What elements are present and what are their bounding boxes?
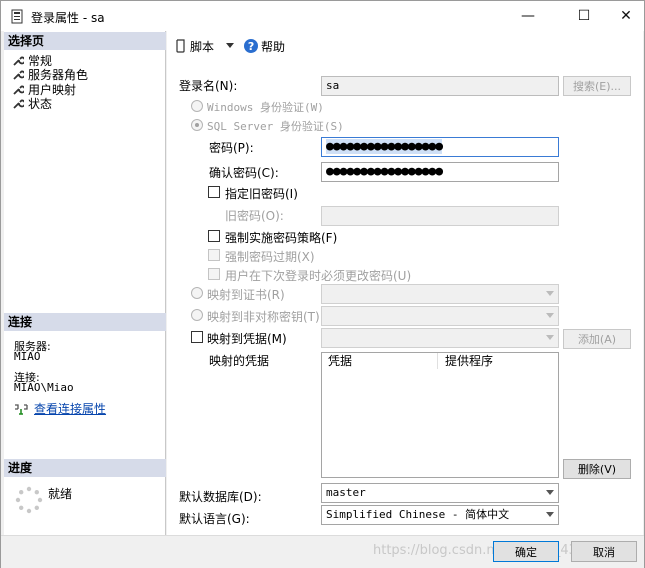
sql-auth-radio[interactable] [191, 119, 203, 131]
default-language-label: 默认语言(G): [179, 512, 250, 526]
server-value: MIAO [14, 350, 41, 363]
asym-key-select[interactable] [321, 306, 559, 326]
default-database-select[interactable]: master [321, 483, 559, 503]
progress-header: 进度 [4, 459, 166, 477]
default-language-value: Simplified Chinese - 简体中文 [326, 508, 510, 521]
help-button[interactable]: ? 帮助 [244, 38, 285, 55]
connection-icon [15, 403, 28, 415]
chevron-down-icon [546, 512, 554, 517]
window-title: 登录属性 - sa [31, 11, 105, 25]
map-asym-key-radio[interactable] [191, 309, 203, 321]
default-database-label: 默认数据库(D): [179, 490, 262, 504]
cancel-button[interactable]: 取消 [571, 541, 637, 562]
confirm-password-label: 确认密码(C): [209, 166, 279, 180]
password-mask: ●●●●●●●●●●●●●●●●● [326, 139, 443, 154]
add-credential-button[interactable]: 添加(A) [563, 329, 631, 349]
specify-old-password-label: 指定旧密码(I) [225, 187, 298, 201]
specify-old-password-checkbox[interactable] [208, 186, 220, 198]
help-label: 帮助 [261, 39, 286, 54]
default-language-select[interactable]: Simplified Chinese - 简体中文 [321, 505, 559, 525]
script-dropdown-button[interactable] [226, 43, 235, 49]
page-item-label: 状态 [28, 97, 53, 111]
must-change-label: 用户在下次登录时必须更改密码(U) [225, 269, 412, 283]
enforce-expiration-checkbox[interactable] [208, 249, 220, 261]
login-name-label: 登录名(N): [179, 79, 238, 93]
chevron-down-icon [546, 291, 554, 296]
mapped-credentials-list[interactable]: 凭据 提供程序 [321, 352, 559, 478]
login-properties-window: 登录属性 - sa — ☐ ✕ 选择页 常规 服务器角色 用户映射 状态 连接 … [0, 0, 645, 568]
map-certificate-radio[interactable] [191, 287, 203, 299]
map-credential-checkbox[interactable] [191, 331, 203, 343]
wrench-icon [13, 99, 24, 109]
left-panel: 选择页 常规 服务器角色 用户映射 状态 连接 服务器: MIAO 连接: MI… [4, 31, 166, 535]
minimize-button[interactable]: — [505, 1, 551, 31]
chevron-down-icon [546, 490, 554, 495]
mapped-credentials-label: 映射的凭据 [209, 354, 270, 368]
connection-value: MIAO\Miao [14, 381, 74, 394]
map-credential-label: 映射到凭据(M) [207, 332, 287, 346]
login-name-input[interactable]: sa [321, 76, 559, 96]
remove-credential-button[interactable]: 删除(V) [563, 459, 631, 479]
confirm-password-input[interactable]: ●●●●●●●●●●●●●●●●● [321, 162, 559, 182]
script-icon [176, 39, 185, 53]
enforce-expiration-label: 强制密码过期(X) [225, 250, 315, 264]
wrench-icon [13, 56, 24, 66]
close-button[interactable]: ✕ [603, 1, 645, 31]
confirm-password-mask: ●●●●●●●●●●●●●●●●● [326, 164, 443, 179]
script-button[interactable]: 脚本 [175, 38, 214, 55]
right-panel: 脚本 ? 帮助 登录名(N): sa 搜索(E)... Windows 身份验证… [167, 31, 643, 535]
column-header-provider[interactable]: 提供程序 [439, 353, 558, 369]
chevron-down-icon [226, 43, 235, 48]
progress-status: 就绪 [48, 487, 73, 501]
search-button[interactable]: 搜索(E)... [563, 76, 631, 96]
chevron-down-icon [546, 313, 554, 318]
sql-auth-label: SQL Server 身份验证(S) [207, 120, 344, 133]
maximize-button[interactable]: ☐ [561, 1, 607, 31]
chevron-down-icon [546, 335, 554, 340]
enforce-policy-label: 强制实施密码策略(F) [225, 231, 338, 245]
page-item-server-roles[interactable]: 服务器角色 [12, 67, 88, 82]
password-label: 密码(P): [209, 141, 254, 155]
toolbar: 脚本 ? 帮助 [167, 31, 643, 61]
map-asym-key-label: 映射到非对称密钥(T) [207, 310, 320, 324]
view-connection-properties-text: 查看连接属性 [34, 402, 107, 416]
connection-header: 连接 [4, 313, 166, 331]
enforce-policy-checkbox[interactable] [208, 230, 220, 242]
must-change-checkbox[interactable] [208, 268, 220, 280]
column-header-credential[interactable]: 凭据 [322, 353, 438, 369]
view-connection-properties-link[interactable]: 查看连接属性 [14, 400, 106, 417]
script-label: 脚本 [190, 39, 215, 54]
wrench-icon [13, 70, 24, 80]
window-app-icon [11, 9, 23, 24]
old-password-input[interactable] [321, 206, 559, 226]
credential-select[interactable] [321, 328, 559, 348]
select-page-header: 选择页 [4, 32, 166, 50]
default-database-value: master [326, 486, 366, 499]
wrench-icon [13, 85, 24, 95]
help-icon: ? [244, 39, 259, 53]
ok-button[interactable]: 确定 [493, 541, 559, 562]
title-bar: 登录属性 - sa — ☐ ✕ [1, 1, 644, 31]
spinner-icon [15, 486, 43, 514]
map-certificate-label: 映射到证书(R) [207, 288, 285, 302]
certificate-select[interactable] [321, 284, 559, 304]
page-item-status[interactable]: 状态 [12, 96, 52, 111]
windows-auth-radio[interactable] [191, 100, 203, 112]
windows-auth-label: Windows 身份验证(W) [207, 101, 324, 114]
old-password-label: 旧密码(O): [225, 209, 284, 223]
password-input[interactable]: ●●●●●●●●●●●●●●●●● [321, 137, 559, 157]
